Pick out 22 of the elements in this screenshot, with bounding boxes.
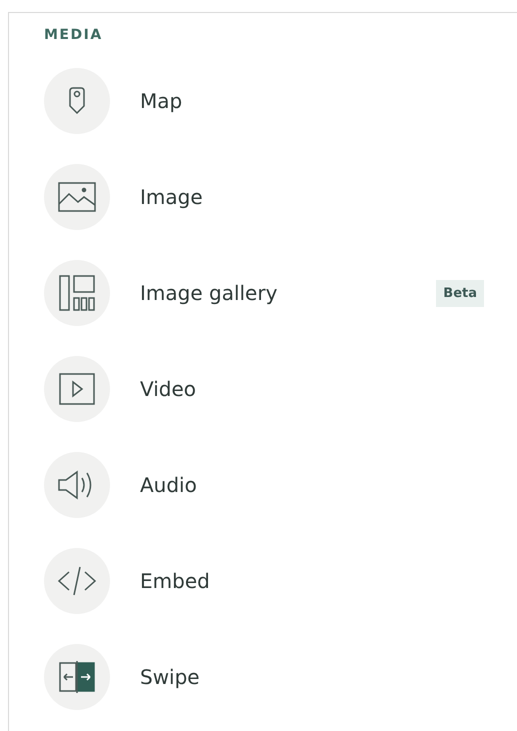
item-label: Image	[140, 185, 204, 209]
media-item[interactable]: Image gallery Beta	[44, 245, 517, 341]
code-icon	[57, 566, 97, 596]
item-label: Audio	[140, 473, 198, 497]
swipe-icon	[59, 660, 95, 694]
media-item[interactable]: Swipe	[44, 629, 517, 725]
beta-tag: Beta	[436, 280, 484, 306]
media-item[interactable]: Video	[44, 341, 517, 437]
item-label: Video	[140, 377, 198, 401]
item-label: Map	[140, 89, 184, 113]
item-label: Swipe	[140, 665, 201, 689]
media-item[interactable]: Embed	[44, 533, 517, 629]
item-label: Image gallery	[140, 281, 278, 305]
media-item[interactable]: Audio	[44, 437, 517, 533]
section-title: MEDIA	[44, 27, 104, 43]
media-item[interactable]: Image	[44, 149, 517, 245]
media-item[interactable]: Map	[44, 53, 517, 149]
image-icon	[58, 182, 96, 212]
item-label: Embed	[140, 569, 211, 593]
play-icon	[59, 373, 95, 405]
gallery-icon	[59, 275, 95, 311]
map-pin-icon	[68, 87, 86, 115]
